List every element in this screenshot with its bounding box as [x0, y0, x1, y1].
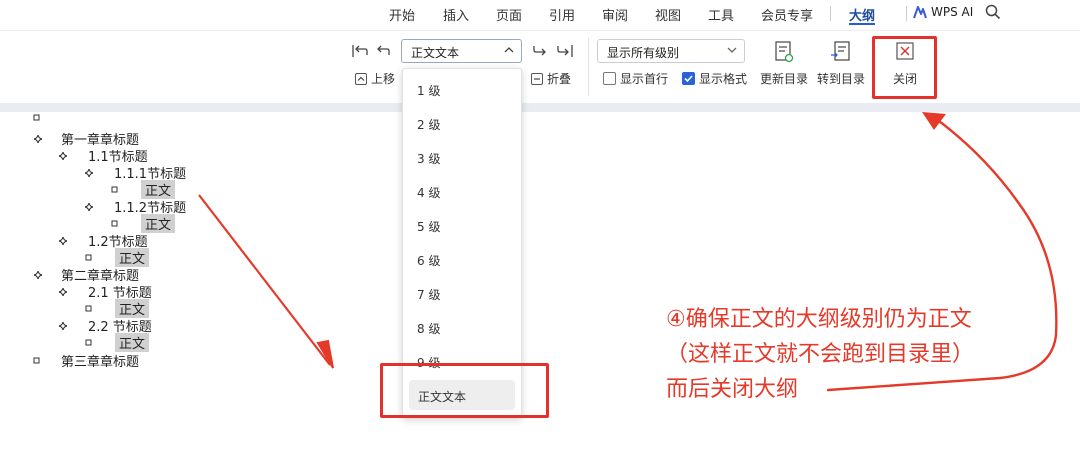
annotation-line: 而后关闭大纲 [666, 377, 799, 402]
tab-page[interactable]: 页面 [496, 5, 522, 24]
show-first-line-checkbox[interactable]: 显示首行 [603, 70, 668, 87]
dropdown-option-level-4[interactable]: 4 级 [417, 184, 440, 201]
collapse-button[interactable]: 折叠 [531, 70, 571, 87]
chevron-down-icon [727, 47, 737, 53]
tab-review[interactable]: 审阅 [602, 5, 628, 24]
tab-tools[interactable]: 工具 [708, 5, 734, 24]
promote-icon[interactable] [375, 43, 393, 59]
tab-outline[interactable]: 大纲 [849, 5, 875, 24]
dropdown-option-level-3[interactable]: 3 级 [417, 150, 440, 167]
expand-plus-icon [59, 287, 67, 296]
show-format-label: 显示格式 [699, 72, 748, 86]
move-up-label: 上移 [371, 72, 396, 86]
move-up-icon [355, 72, 367, 85]
expand-plus-icon [34, 270, 42, 279]
outline-item[interactable] [33, 114, 41, 122]
expand-plus-icon [59, 236, 67, 245]
expand-plus-icon [34, 134, 42, 143]
expand-plus-icon [85, 168, 93, 177]
dropdown-option-level-5[interactable]: 5 级 [417, 218, 440, 235]
goto-toc-button[interactable]: 转到目录 [811, 40, 871, 87]
outline-level-select[interactable]: 正文文本 [401, 39, 522, 63]
expand-plus-icon [59, 151, 67, 160]
collapse-label: 折叠 [547, 72, 572, 86]
annotation-text: ④确保正文的大纲级别仍为正文 （这样正文就不会跑到目录里） 而后关闭大纲 [666, 302, 974, 407]
move-up-button[interactable]: 上移 [355, 70, 395, 87]
search-icon[interactable] [985, 4, 1001, 20]
close-highlight-box [872, 36, 937, 99]
square-bullet-icon [85, 254, 92, 260]
tab-references[interactable]: 引用 [549, 5, 575, 24]
tab-insert[interactable]: 插入 [443, 5, 469, 24]
goto-toc-label: 转到目录 [816, 72, 865, 86]
collapse-icon [531, 72, 543, 85]
outline-item-text: 第三章章标题 [61, 355, 140, 370]
document-edge-strip [0, 103, 1080, 112]
active-tab-indicator [849, 23, 875, 25]
dropdown-option-level-6[interactable]: 6 级 [417, 252, 440, 269]
show-level-value: 显示所有级别 [607, 46, 680, 60]
square-bullet-icon [33, 114, 40, 121]
square-bullet-icon [33, 357, 40, 363]
tab-start[interactable]: 开始 [389, 5, 415, 24]
dropdown-option-level-8[interactable]: 8 级 [417, 320, 440, 337]
outline-item[interactable]: 正文 [85, 333, 150, 352]
checkbox-unchecked [603, 72, 616, 85]
menu-bar: 开始 插入 页面 引用 审阅 视图 工具 会员专享 大纲 WPS AI [0, 0, 1080, 26]
menu-divider [906, 6, 907, 21]
annotation-line: ④确保正文的大纲级别仍为正文 [666, 307, 972, 332]
wps-ai-label: WPS AI [931, 5, 974, 19]
update-toc-icon [775, 41, 794, 63]
demote-icon[interactable] [531, 43, 549, 59]
goto-toc-icon [831, 41, 850, 61]
dropdown-option-level-2[interactable]: 2 级 [417, 116, 440, 133]
body-text-highlight-box [380, 363, 549, 418]
wps-ai-icon [913, 5, 927, 18]
tab-member[interactable]: 会员专享 [761, 5, 813, 24]
ribbon-divider [588, 38, 589, 96]
wps-ai-button[interactable]: WPS AI [913, 5, 973, 19]
square-bullet-icon [85, 305, 92, 311]
chevron-up-icon [504, 47, 514, 53]
square-bullet-icon [111, 186, 118, 192]
tab-view[interactable]: 视图 [655, 5, 681, 24]
update-toc-button[interactable]: 更新目录 [754, 40, 814, 87]
outline-level-value: 正文文本 [411, 46, 460, 60]
dropdown-option-level-7[interactable]: 7 级 [417, 286, 440, 303]
show-first-line-label: 显示首行 [620, 72, 669, 86]
checkbox-checked [682, 72, 695, 85]
annotation-line: （这样正文就不会跑到目录里） [666, 342, 975, 367]
body-text-highlight: 正文 [115, 333, 150, 352]
menu-divider [830, 6, 831, 21]
show-format-checkbox[interactable]: 显示格式 [682, 70, 747, 87]
show-level-select[interactable]: 显示所有级别 [597, 39, 745, 63]
square-bullet-icon [111, 220, 118, 226]
promote-to-top-icon[interactable] [351, 43, 369, 59]
square-bullet-icon [85, 339, 92, 345]
outline-item[interactable]: 第三章章标题 [33, 351, 139, 370]
dropdown-option-level-1[interactable]: 1 级 [417, 82, 440, 99]
demote-to-body-icon[interactable] [556, 43, 574, 59]
update-toc-label: 更新目录 [759, 72, 808, 86]
expand-plus-icon [59, 321, 67, 330]
expand-plus-icon [85, 202, 93, 211]
